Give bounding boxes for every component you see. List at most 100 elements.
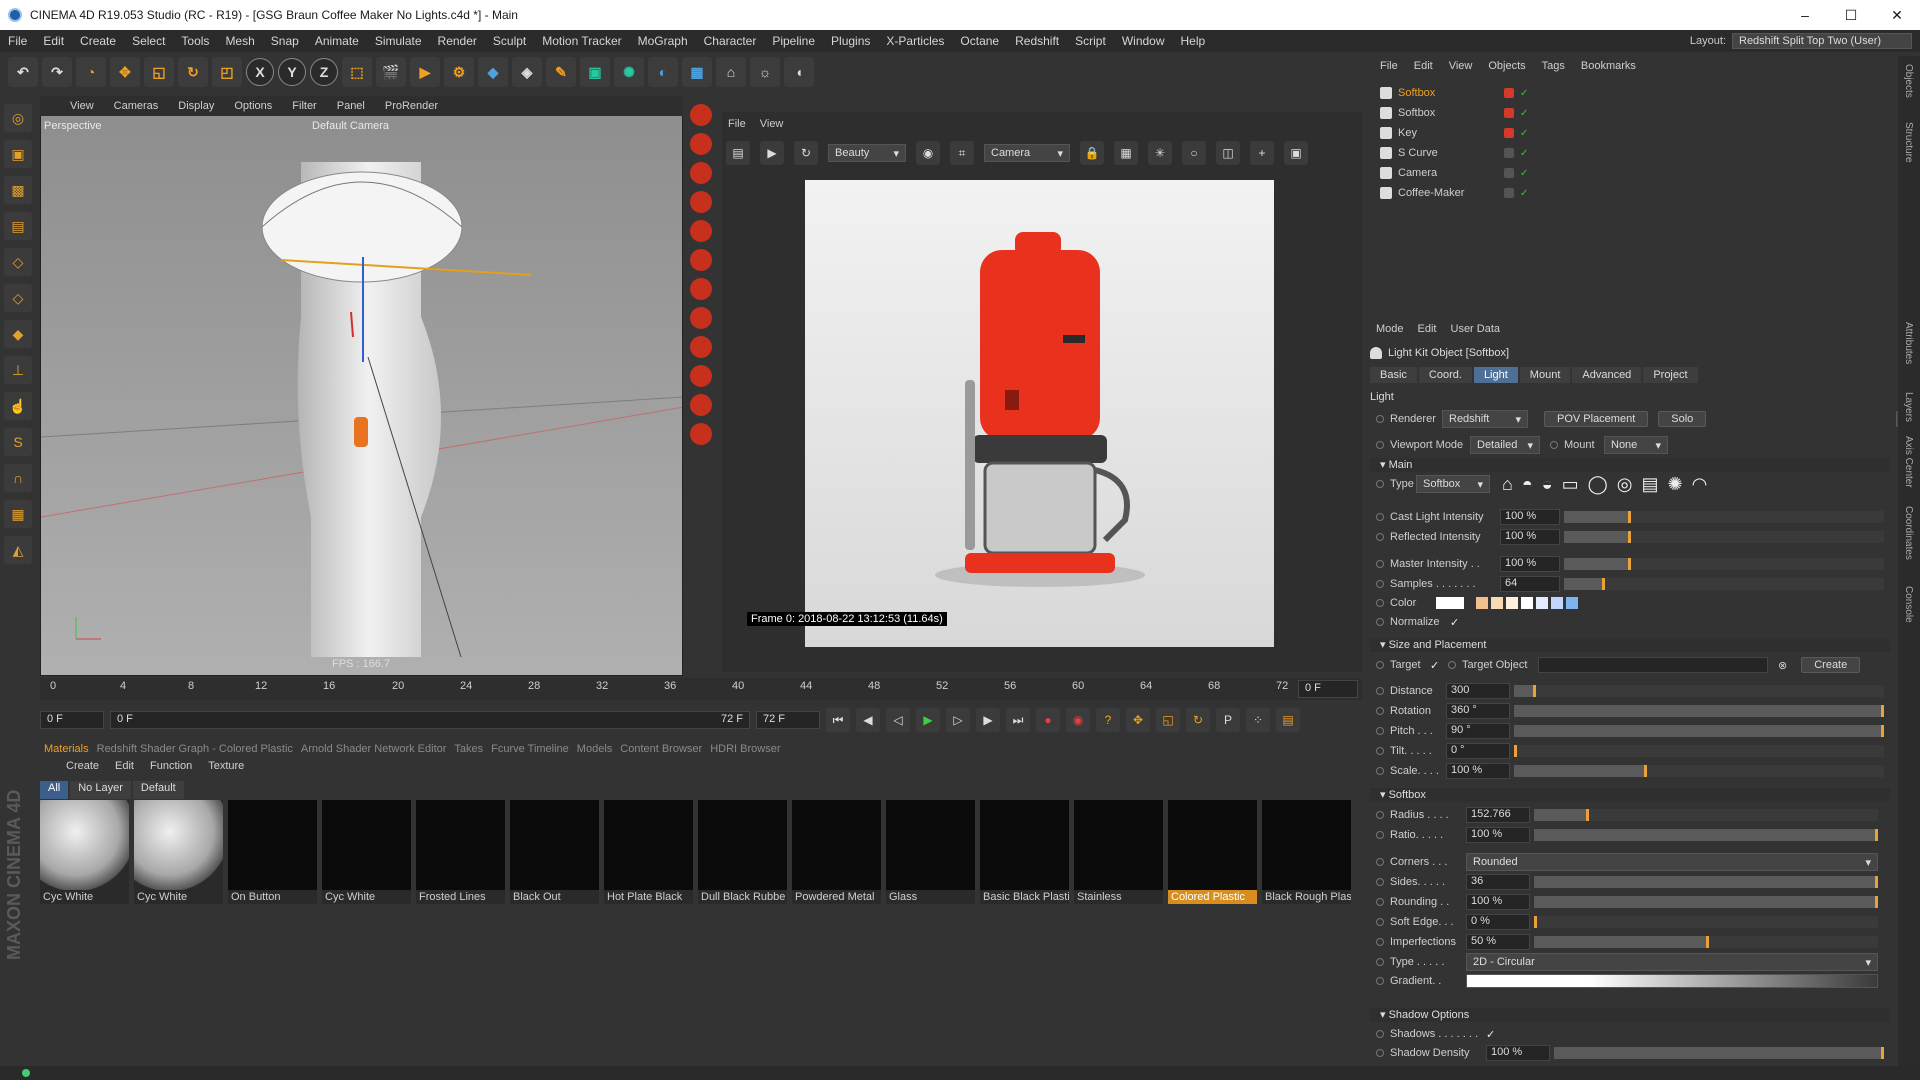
grid-snap-icon[interactable]: ▦ — [4, 500, 32, 528]
side-tab-coordinates[interactable]: Coordinates — [1903, 506, 1914, 560]
tab-materials[interactable]: Materials — [44, 743, 89, 755]
color-preset-swatch[interactable] — [1566, 597, 1578, 609]
menu-script[interactable]: Script — [1067, 34, 1114, 48]
tab-hdri-browser[interactable]: HDRI Browser — [710, 743, 780, 755]
soft-edge-slider[interactable] — [1534, 916, 1878, 928]
grid-shape-icon[interactable]: ▤ — [1642, 474, 1659, 495]
points-mode-icon[interactable]: ◇ — [4, 248, 32, 276]
undo-icon[interactable]: ↶ — [8, 57, 38, 87]
tab-coord[interactable]: Coord. — [1418, 367, 1472, 383]
tab-content-browser[interactable]: Content Browser — [620, 743, 702, 755]
y-axis-lock-button[interactable]: Y — [278, 58, 306, 86]
animate-dot-icon[interactable] — [1376, 831, 1384, 839]
animate-dot-icon[interactable] — [1376, 661, 1384, 669]
circle-icon[interactable]: ○ — [1182, 141, 1206, 165]
animate-dot-icon[interactable] — [1376, 1030, 1384, 1038]
redshift-dome-icon[interactable] — [690, 220, 712, 242]
cast-light-input[interactable]: 100 % — [1500, 509, 1560, 525]
menu-create[interactable]: Create — [72, 34, 124, 48]
animate-dot-icon[interactable] — [1376, 1049, 1384, 1057]
viewport-menu-panel[interactable]: Panel — [329, 100, 373, 112]
beauty-dish-shape-icon[interactable]: ◒ — [1542, 474, 1553, 495]
keyframe-selection-icon[interactable]: ? — [1096, 708, 1120, 732]
menu-edit[interactable]: Edit — [35, 34, 72, 48]
material-item[interactable]: Cyc White — [322, 800, 411, 910]
layer-color-icon[interactable] — [1504, 128, 1514, 138]
animate-dot-icon[interactable] — [1376, 580, 1384, 588]
obj-menu-bookmarks[interactable]: Bookmarks — [1581, 60, 1636, 72]
previous-frame-icon[interactable]: ◁ — [886, 708, 910, 732]
side-tab-layers[interactable]: Layers — [1903, 392, 1914, 422]
pitch-input[interactable]: 90 ° — [1446, 723, 1510, 739]
animate-dot-icon[interactable] — [1376, 977, 1384, 985]
edges-mode-icon[interactable]: ◇ — [4, 284, 32, 312]
animate-dot-icon[interactable] — [1376, 918, 1384, 926]
color-preset-swatch[interactable] — [1536, 597, 1548, 609]
previous-key-icon[interactable]: ◀ — [856, 708, 880, 732]
object-row[interactable]: Coffee-Maker ✓ — [1380, 183, 1890, 203]
viewport-menu-filter[interactable]: Filter — [284, 100, 324, 112]
tab-takes[interactable]: Takes — [454, 743, 483, 755]
animate-dot-icon[interactable] — [1376, 533, 1384, 541]
viewport-menu-display[interactable]: Display — [170, 100, 222, 112]
scale-slider[interactable] — [1514, 765, 1884, 777]
redo-icon[interactable]: ↷ — [42, 57, 72, 87]
reflected-slider[interactable] — [1564, 531, 1884, 543]
x-axis-lock-button[interactable]: X — [246, 58, 274, 86]
material-item[interactable]: Black Out — [510, 800, 599, 910]
rounding-slider[interactable] — [1534, 896, 1878, 908]
animate-dot-icon[interactable] — [1376, 687, 1384, 695]
start-render-icon[interactable]: ▶ — [760, 141, 784, 165]
menu-select[interactable]: Select — [124, 34, 173, 48]
maximize-button[interactable]: ☐ — [1828, 7, 1874, 24]
animate-dot-icon[interactable] — [1376, 878, 1384, 886]
redshift-light-icon[interactable] — [690, 133, 712, 155]
rotation-key-icon[interactable]: ↻ — [1186, 708, 1210, 732]
perspective-viewport[interactable] — [40, 96, 683, 676]
sides-slider[interactable] — [1534, 876, 1878, 888]
reflected-input[interactable]: 100 % — [1500, 529, 1560, 545]
softbox-shape-icon[interactable]: ⌂ — [1502, 474, 1513, 495]
menu-octane[interactable]: Octane — [952, 34, 1007, 48]
start-frame-field[interactable]: 0 F — [40, 711, 104, 729]
material-item[interactable]: Colored Plastic — [1168, 800, 1257, 910]
light-bulb-icon[interactable]: ☼ — [750, 57, 780, 87]
floor-icon[interactable]: ▦ — [682, 57, 712, 87]
animate-dot-icon[interactable] — [1550, 441, 1558, 449]
viewport-menu-cameras[interactable]: Cameras — [106, 100, 167, 112]
master-intensity-input[interactable]: 100 % — [1500, 556, 1560, 572]
imperfections-input[interactable]: 50 % — [1466, 934, 1530, 950]
animate-dot-icon[interactable] — [1376, 747, 1384, 755]
menu-mesh[interactable]: Mesh — [217, 34, 262, 48]
grid-icon[interactable]: ▦ — [1114, 141, 1138, 165]
scale-tool-icon[interactable]: ◱ — [144, 57, 174, 87]
samples-slider[interactable] — [1564, 578, 1884, 590]
tab-fcurve-timeline[interactable]: Fcurve Timeline — [491, 743, 569, 755]
light-type-select[interactable]: Softbox ▾ — [1416, 475, 1490, 493]
viewport-mode-select[interactable]: Detailed ▾ — [1470, 436, 1540, 454]
side-tab-structure[interactable]: Structure — [1903, 122, 1914, 163]
visibility-check-icon[interactable]: ✓ — [1520, 128, 1528, 139]
crop-icon[interactable]: ⌗ — [950, 141, 974, 165]
solo-mode-icon[interactable]: S — [4, 428, 32, 456]
target-checkbox[interactable]: ✓ — [1430, 659, 1448, 672]
obj-menu-edit[interactable]: Edit — [1414, 60, 1433, 72]
samples-input[interactable]: 64 — [1500, 576, 1560, 592]
pitch-slider[interactable] — [1514, 725, 1884, 737]
normalize-checkbox[interactable]: ✓ — [1450, 616, 1459, 629]
move-tool-icon[interactable]: ✥ — [110, 57, 140, 87]
animate-dot-icon[interactable] — [1376, 618, 1384, 626]
redshift-camera-icon[interactable] — [690, 162, 712, 184]
ring-shape-icon[interactable]: ◯ — [1588, 474, 1608, 495]
position-key-icon[interactable]: ✥ — [1126, 708, 1150, 732]
target-object-link-field[interactable] — [1538, 657, 1768, 673]
strip-shape-icon[interactable]: ▭ — [1562, 474, 1579, 495]
tab-basic[interactable]: Basic — [1370, 367, 1417, 383]
redshift-portal-icon[interactable] — [690, 307, 712, 329]
material-item[interactable]: Powdered Metal — [792, 800, 881, 910]
object-row[interactable]: Softbox ✓ — [1380, 83, 1890, 103]
current-frame-field[interactable]: 0 F — [1298, 680, 1358, 698]
master-intensity-slider[interactable] — [1564, 558, 1884, 570]
render-menu-file[interactable]: File — [728, 118, 746, 136]
tab-project[interactable]: Project — [1643, 367, 1698, 383]
